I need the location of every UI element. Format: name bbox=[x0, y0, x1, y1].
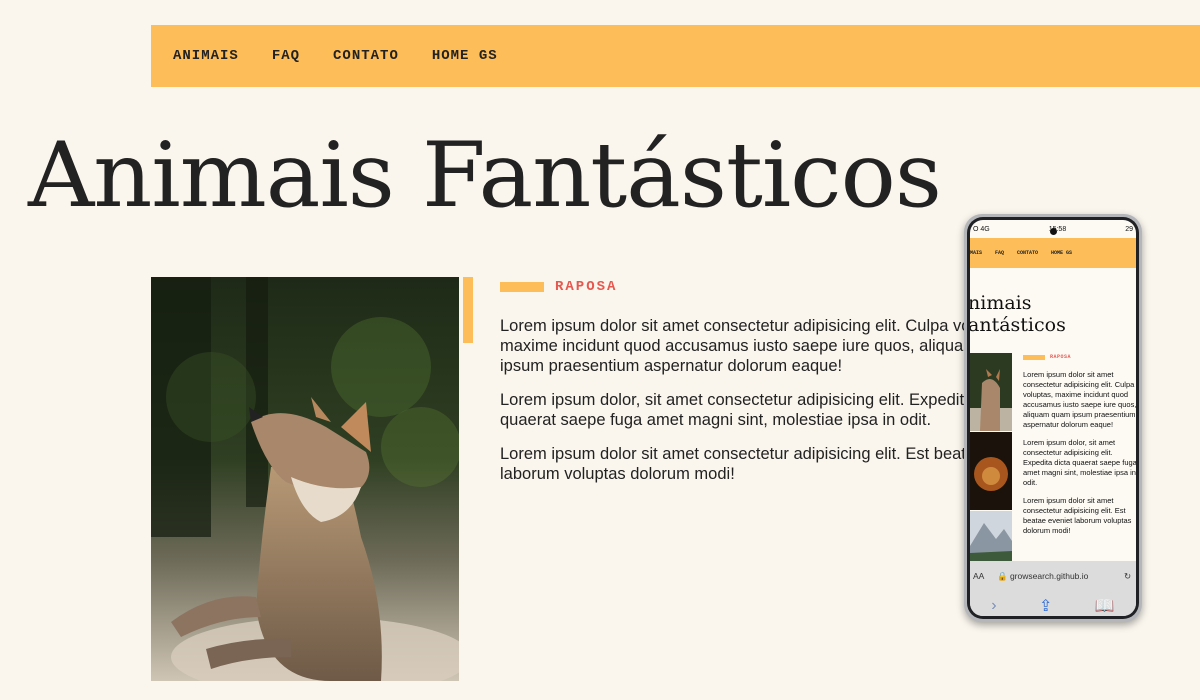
mobile-landscape-thumbnail[interactable] bbox=[970, 511, 1012, 561]
mobile-section-title: RAPOSA bbox=[1050, 354, 1072, 360]
mobile-description: Lorem ipsum dolor sit amet consectetur a… bbox=[1023, 370, 1136, 560]
url-field[interactable]: 🔒 growsearch.github.io bbox=[997, 571, 1124, 582]
mobile-nav-link-home-gs[interactable]: HOME GS bbox=[1051, 250, 1072, 256]
mobile-lion-thumbnail[interactable] bbox=[970, 432, 1012, 510]
mobile-page-title: nimais antásticos bbox=[970, 292, 1136, 336]
url-text: growsearch.github.io bbox=[1009, 570, 1089, 581]
text-size-button[interactable]: AA bbox=[973, 571, 997, 581]
reload-icon[interactable]: ↻ bbox=[1124, 571, 1136, 582]
browser-toolbar: › ⇪ 📖 bbox=[970, 591, 1136, 616]
battery-status: 29 bbox=[1125, 225, 1133, 233]
nav-link-animais[interactable]: ANIMAIS bbox=[173, 48, 239, 64]
bookmarks-icon[interactable]: 📖 bbox=[1095, 596, 1115, 616]
mobile-description-paragraph: Lorem ipsum dolor sit amet consectetur a… bbox=[1023, 496, 1132, 535]
nav-link-contato[interactable]: CONTATO bbox=[333, 48, 399, 64]
nav-link-faq[interactable]: FAQ bbox=[272, 48, 300, 64]
phone-screen: O 4G 15:58 29 MAIS FAQ CONTATO HOME GS n… bbox=[970, 220, 1136, 616]
mobile-nav-link-faq[interactable]: FAQ bbox=[995, 250, 1004, 256]
mobile-nav-link-contato[interactable]: CONTATO bbox=[1017, 250, 1038, 256]
accent-bar bbox=[463, 277, 473, 343]
nav-link-home-gs[interactable]: HOME GS bbox=[432, 48, 498, 64]
share-icon[interactable]: ⇪ bbox=[1039, 596, 1052, 616]
fox-photo[interactable] bbox=[151, 277, 459, 681]
main-nav: ANIMAIS FAQ CONTATO HOME GS bbox=[151, 25, 1200, 87]
mobile-description-paragraph: Lorem ipsum dolor sit amet consectetur a… bbox=[1023, 370, 1136, 429]
phone-bezel: O 4G 15:58 29 MAIS FAQ CONTATO HOME GS n… bbox=[967, 217, 1139, 619]
mobile-section-line bbox=[1023, 354, 1045, 360]
page-title: Animais Fantásticos bbox=[28, 123, 942, 228]
browser-url-bar[interactable]: AA 🔒 growsearch.github.io ↻ bbox=[970, 561, 1136, 591]
section-heading: RAPOSA bbox=[500, 279, 617, 295]
phone-mockup: O 4G 15:58 29 MAIS FAQ CONTATO HOME GS n… bbox=[964, 214, 1142, 622]
mobile-section-heading: RAPOSA bbox=[1023, 354, 1071, 360]
mobile-nav: MAIS FAQ CONTATO HOME GS bbox=[970, 238, 1136, 268]
camera-icon bbox=[1050, 228, 1057, 235]
mobile-title-line: nimais bbox=[970, 292, 1032, 314]
mobile-nav-link-animais[interactable]: MAIS bbox=[970, 250, 982, 256]
forward-icon[interactable]: › bbox=[991, 597, 996, 615]
signal-status: O 4G bbox=[973, 225, 990, 233]
mobile-fox-thumbnail[interactable] bbox=[970, 353, 1012, 431]
section-title-line bbox=[500, 282, 544, 292]
mobile-title-line: antásticos bbox=[970, 314, 1066, 336]
section-title: RAPOSA bbox=[555, 279, 618, 295]
mobile-description-paragraph: Lorem ipsum dolor, sit amet consectetur … bbox=[1023, 438, 1136, 487]
